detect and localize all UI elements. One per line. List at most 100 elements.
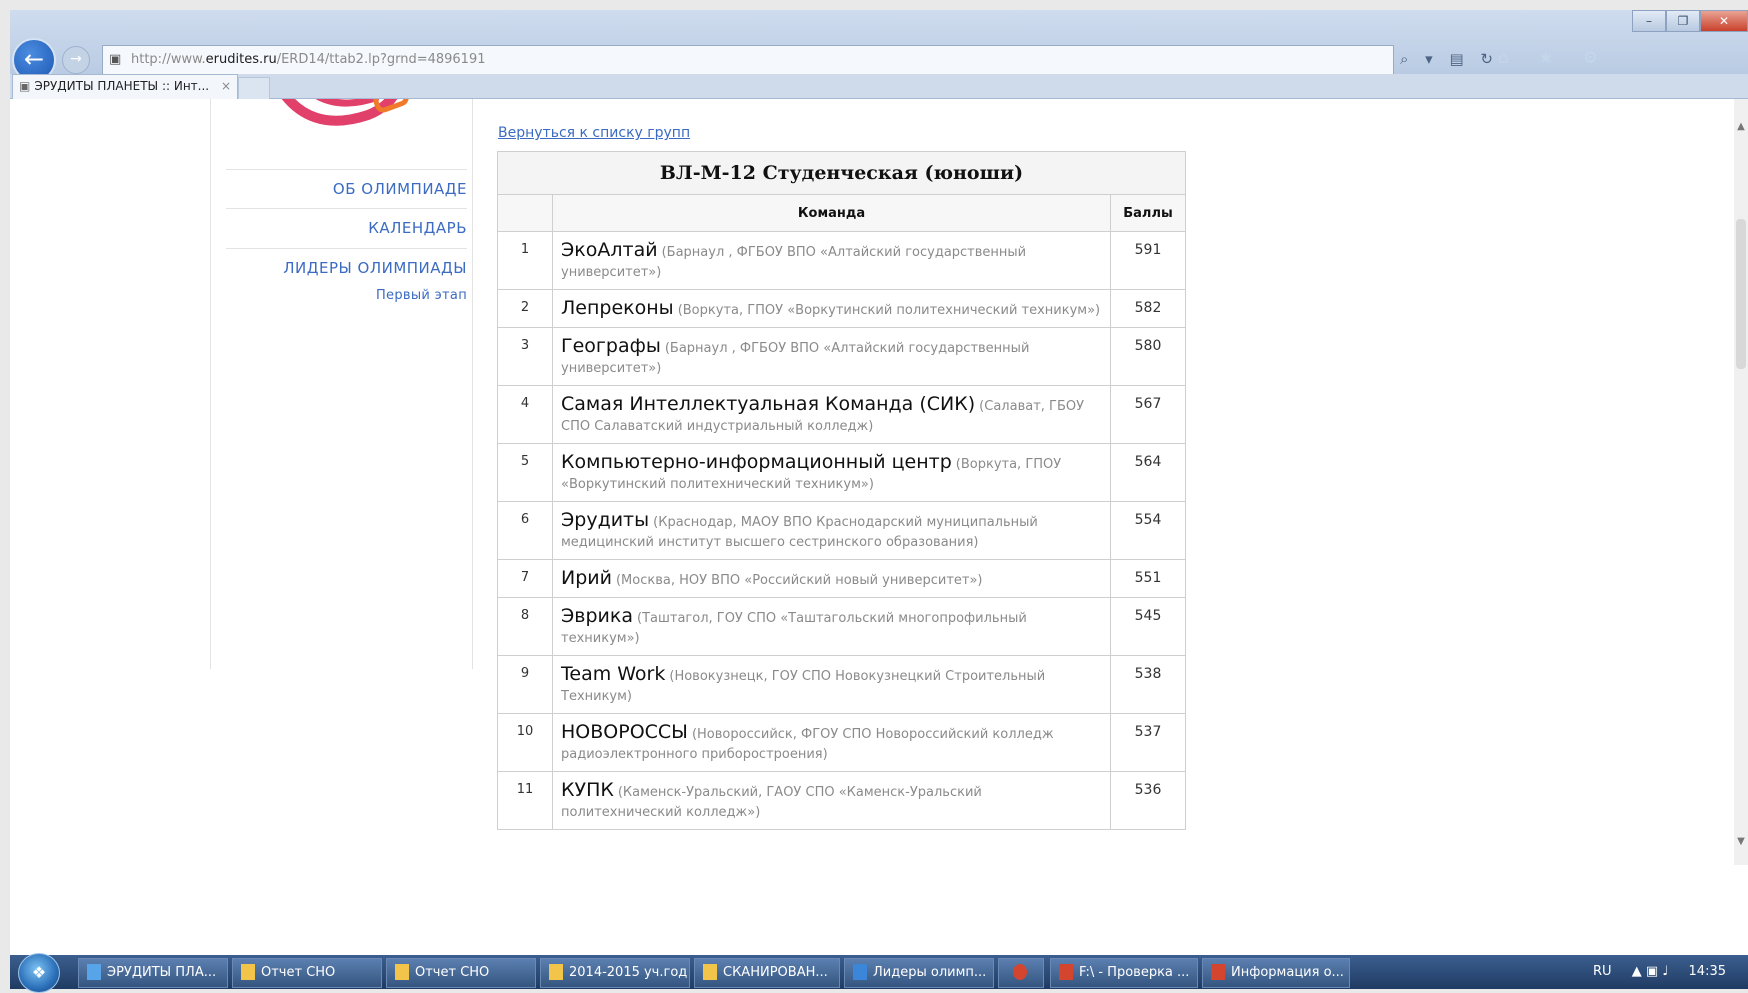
tray-icons[interactable]: ▲ ▣ ♩ [1632, 964, 1669, 979]
row-points: 538 [1110, 655, 1186, 714]
row-team: Самая Интеллектуальная Команда (СИК) (Сал… [552, 385, 1111, 444]
team-name: Эврика [561, 605, 633, 627]
team-name: Team Work [561, 663, 666, 685]
table-row: 4 Самая Интеллектуальная Команда (СИК) (Са… [497, 385, 1186, 444]
row-team: Компьютерно-информационный центр (Воркута… [552, 443, 1111, 502]
table-row: 5 Компьютерно-информационный центр (Воркут… [497, 443, 1186, 502]
team-info: (Москва, НОУ ВПО «Российский новый униве… [615, 573, 983, 588]
sidebar-item-leaders[interactable]: ЛИДЕРЫ ОЛИМПИАДЫ [226, 248, 467, 287]
taskbar-item-label: Информация о... [1231, 965, 1344, 980]
row-points: 536 [1110, 771, 1186, 830]
app-icon [1059, 963, 1073, 980]
row-rank: 9 [497, 655, 553, 714]
taskbar-item[interactable]: Отчет СНО [386, 958, 536, 988]
row-rank: 11 [497, 771, 553, 830]
ie-icon [87, 963, 101, 980]
scroll-thumb[interactable] [1736, 219, 1746, 369]
row-rank: 10 [497, 713, 553, 772]
table-row: 1 ЭкоАлтай (Барнаул , ФГБОУ ВПО «Алтайский… [497, 231, 1186, 290]
header-team: Команда [552, 194, 1111, 232]
sidebar-subitem-first-stage[interactable]: Первый этап [226, 288, 467, 303]
team-name: Ирий [561, 567, 612, 589]
team-name: КУПК [561, 779, 614, 801]
page-scrollbar[interactable]: ▲ ▼ [1734, 99, 1748, 865]
row-team: Лепреконы (Воркута, ГПОУ «Воркутинский по… [552, 289, 1111, 328]
results-table: ВЛ-М-12 Студенческая (юноши) Команда Бал… [497, 151, 1186, 830]
row-points: 545 [1110, 597, 1186, 656]
row-rank: 3 [497, 327, 553, 386]
row-points: 580 [1110, 327, 1186, 386]
taskbar-item[interactable]: 2014-2015 уч.год [540, 958, 690, 988]
folder-icon [703, 963, 717, 980]
scroll-down-icon[interactable]: ▼ [1734, 836, 1748, 847]
row-team: НОВОРОССЫ (Новороссийск, ФГОУ СПО Новорос… [552, 713, 1111, 772]
folder-icon [549, 963, 563, 980]
start-button[interactable]: ❖ [18, 953, 60, 993]
table-title: ВЛ-М-12 Студенческая (юноши) [497, 151, 1186, 195]
table-row: 9 Team Work (Новокузнецк, ГОУ СПО Новокузн… [497, 655, 1186, 714]
page-content: ОБ ОЛИМПИАДЕ КАЛЕНДАРЬ ЛИДЕРЫ ОЛИМПИАДЫ … [10, 99, 1748, 865]
address-bar[interactable]: ▣ http://www.erudites.ru/ERD14/ttab2.lp?… [102, 45, 1394, 75]
sidebar-item-about[interactable]: ОБ ОЛИМПИАДЕ [226, 169, 467, 208]
team-info: (Каменск-Уральский, ГАОУ СПО «Каменск-Ур… [561, 785, 982, 820]
team-name: Эрудиты [561, 509, 650, 531]
address-tools-icons[interactable]: ⌕ ▾ ▤ ↻ [1400, 50, 1499, 68]
taskbar-item-label: СКАНИРОВАН... [723, 965, 828, 980]
row-points: 582 [1110, 289, 1186, 328]
row-rank: 1 [497, 231, 553, 290]
table-row: 3 Географы (Барнаул , ФГБОУ ВПО «Алтайский… [497, 327, 1186, 386]
sidebar-right-border [472, 99, 473, 669]
arrow-right-icon: → [70, 51, 82, 67]
row-rank: 4 [497, 385, 553, 444]
row-rank: 5 [497, 443, 553, 502]
language-indicator[interactable]: RU [1593, 964, 1612, 979]
taskbar-item-label: 2014-2015 уч.год [569, 965, 688, 980]
row-points: 564 [1110, 443, 1186, 502]
row-team: Team Work (Новокузнецк, ГОУ СПО Новокузне… [552, 655, 1111, 714]
taskbar-item-label: Отчет СНО [261, 965, 336, 980]
row-team: Ирий (Москва, НОУ ВПО «Российский новый у… [552, 559, 1111, 598]
browser-window: – ❐ ✕ ← → ▣ http://www.erudites.ru/ERD14… [10, 10, 1748, 955]
taskbar-item[interactable]: ЭРУДИТЫ ПЛА... [78, 958, 228, 988]
minimize-button[interactable]: – [1632, 10, 1666, 32]
close-button[interactable]: ✕ [1700, 10, 1748, 32]
chrome-icon [1013, 963, 1027, 980]
new-tab-button[interactable] [238, 77, 270, 100]
home-favorites-tools-icons[interactable]: ⌂ ★ ⚙ [1498, 48, 1610, 68]
tab-favicon-icon: ▣ [19, 79, 31, 93]
taskbar-item[interactable]: Отчет СНО [232, 958, 382, 988]
row-points: 554 [1110, 501, 1186, 560]
taskbar-item[interactable]: Информация о... [1202, 958, 1350, 988]
scroll-up-icon[interactable]: ▲ [1734, 121, 1748, 132]
taskbar-item[interactable]: СКАНИРОВАН... [694, 958, 840, 988]
row-rank: 2 [497, 289, 553, 328]
taskbar-item-label: Лидеры олимп... [873, 965, 987, 980]
row-points: 537 [1110, 713, 1186, 772]
team-name: Компьютерно-информационный центр [561, 451, 952, 473]
row-team: ЭкоАлтай (Барнаул , ФГБОУ ВПО «Алтайский … [552, 231, 1111, 290]
folder-icon [241, 963, 255, 980]
window-controls: – ❐ ✕ [1632, 10, 1748, 32]
word-icon [853, 963, 867, 980]
tab-strip: ▣ ЭРУДИТЫ ПЛАНЕТЫ :: Инт... × [10, 74, 1748, 100]
arrow-left-icon: ← [23, 45, 45, 73]
tab-close-icon[interactable]: × [221, 75, 231, 98]
taskbar-item[interactable]: Лидеры олимп... [844, 958, 994, 988]
browser-toolbar: – ❐ ✕ ← → ▣ http://www.erudites.ru/ERD14… [10, 10, 1748, 82]
maximize-button[interactable]: ❐ [1666, 10, 1700, 32]
forward-button[interactable]: → [62, 46, 90, 74]
taskbar-item[interactable]: F:\ - Проверка ... [1050, 958, 1198, 988]
row-team: Эврика (Таштагол, ГОУ СПО «Таштагольский … [552, 597, 1111, 656]
taskbar-item-label: Отчет СНО [415, 965, 490, 980]
tab-active[interactable]: ▣ ЭРУДИТЫ ПЛАНЕТЫ :: Инт... × [12, 74, 238, 99]
url-text[interactable]: http://www.erudites.ru/ERD14/ttab2.lp?gr… [131, 52, 486, 67]
back-to-groups-link[interactable]: Вернуться к списку групп [498, 125, 690, 141]
site-favicon-icon: ▣ [109, 52, 122, 67]
clock[interactable]: 14:35 [1689, 964, 1726, 979]
sidebar-item-calendar[interactable]: КАЛЕНДАРЬ [226, 208, 467, 247]
header-points: Баллы [1110, 194, 1186, 232]
taskbar: ❖ ЭРУДИТЫ ПЛА... Отчет СНО Отчет СНО 2014-2… [10, 953, 1748, 993]
table-row: 6 Эрудиты (Краснодар, МАОУ ВПО Краснодарск… [497, 501, 1186, 560]
table-row: 11 КУПК (Каменск-Уральский, ГАОУ СПО «Каме… [497, 771, 1186, 830]
taskbar-item[interactable] [998, 958, 1044, 988]
